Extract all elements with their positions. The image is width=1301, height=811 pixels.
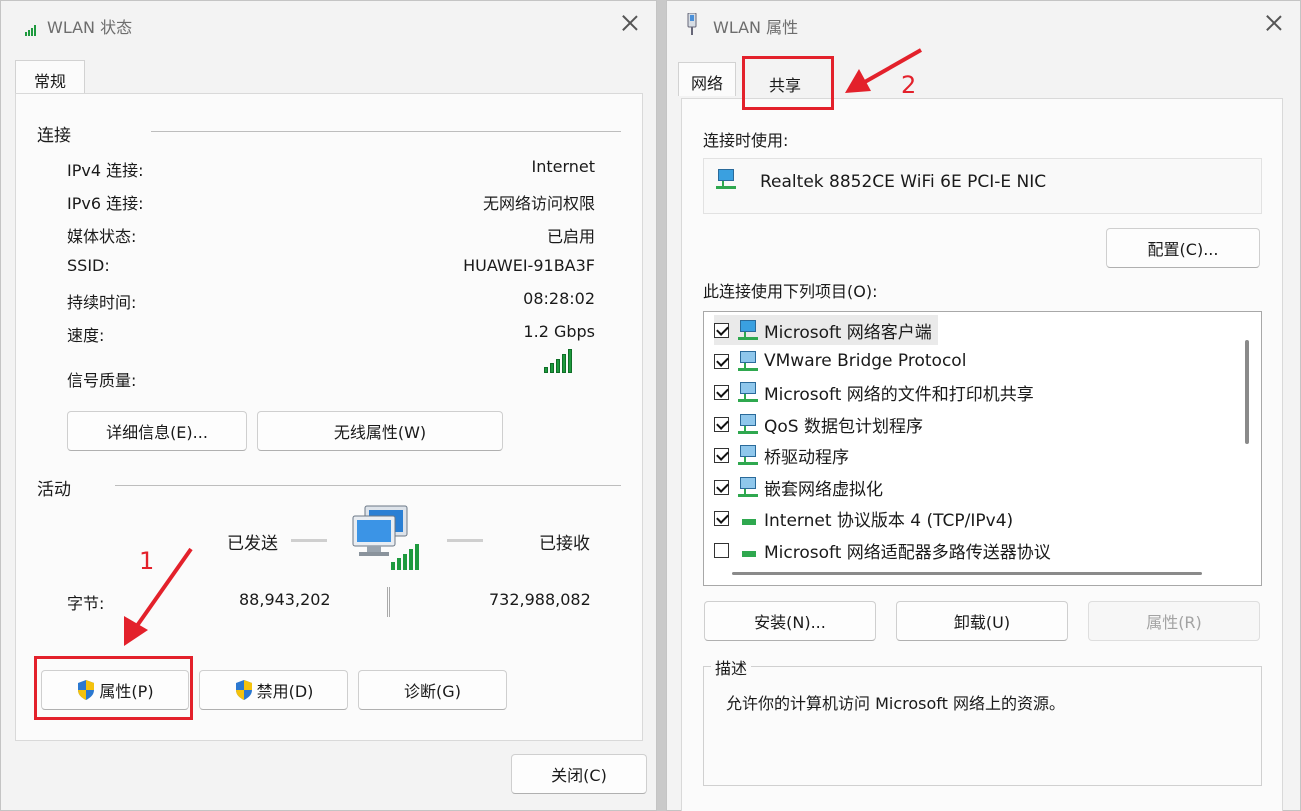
item-label: Internet 协议版本 4 (TCP/IPv4) [764, 510, 1014, 531]
item-checkbox[interactable] [714, 479, 729, 495]
tab-network[interactable]: 网络 [678, 62, 736, 96]
diagnose-button[interactable]: 诊断(G) [358, 670, 507, 710]
divider [115, 485, 621, 486]
duration-label: 持续时间: [67, 293, 137, 312]
window-title: WLAN 属性 [713, 18, 799, 37]
highlight-box-properties [34, 656, 193, 720]
highlight-box-sharing [742, 56, 834, 110]
protocol-icon [738, 507, 760, 529]
ssid-value: HUAWEI-91BA3F [463, 256, 595, 275]
item-label: VMware Bridge Protocol [764, 351, 967, 371]
components-list[interactable]: Microsoft 网络客户端 VMware Bridge Protocol M… [703, 311, 1262, 586]
item-checkbox[interactable] [714, 510, 729, 526]
bytes-label: 字节: [67, 594, 105, 613]
vertical-scrollbar[interactable] [1245, 340, 1249, 444]
duration-value: 08:28:02 [523, 289, 595, 308]
bytes-divider [387, 587, 390, 617]
configure-button[interactable]: 配置(C)... [1106, 228, 1260, 268]
network-service-icon [738, 476, 760, 498]
item-checkbox[interactable] [714, 384, 729, 400]
network-computers-icon [351, 504, 423, 576]
title-bar[interactable]: WLAN 状态 [1, 1, 656, 47]
details-button[interactable]: 详细信息(E)... [67, 411, 247, 451]
network-client-icon [738, 319, 760, 341]
divider [151, 131, 621, 132]
list-item[interactable]: 嵌套网络虚拟化 [714, 472, 883, 502]
red-arrow-2 [845, 48, 922, 93]
connect-using-label: 连接时使用: [703, 131, 789, 150]
media-state-label: 媒体状态: [67, 227, 137, 246]
network-service-icon [738, 413, 760, 435]
ipv4-value: Internet [531, 157, 595, 176]
list-item[interactable]: Internet 协议版本 4 (TCP/IPv4) [714, 503, 1013, 533]
received-label: 已接收 [539, 534, 590, 554]
item-checkbox[interactable] [714, 416, 729, 432]
bytes-sent-value: 88,943,202 [239, 590, 331, 609]
item-properties-button[interactable]: 属性(R) [1088, 601, 1260, 641]
close-icon[interactable] [1262, 11, 1286, 35]
wifi-signal-icon [25, 21, 37, 40]
sent-label: 已发送 [227, 534, 278, 554]
adapter-icon [716, 168, 738, 190]
item-checkbox[interactable] [714, 447, 729, 463]
install-button[interactable]: 安装(N)... [704, 601, 876, 641]
list-item[interactable]: QoS 数据包计划程序 [714, 409, 923, 439]
ipv6-value: 无网络访问权限 [482, 194, 595, 213]
uninstall-button[interactable]: 卸载(U) [896, 601, 1068, 641]
item-checkbox[interactable] [714, 322, 729, 338]
media-state-value: 已启用 [546, 227, 595, 246]
close-icon[interactable] [618, 11, 642, 35]
red-arrow-1 [124, 547, 193, 646]
description-title: 描述 [711, 655, 752, 679]
connection-group-title: 连接 [37, 126, 71, 146]
ssid-label: SSID: [67, 256, 110, 275]
received-line [447, 539, 483, 542]
speed-value: 1.2 Gbps [523, 322, 595, 341]
network-service-icon [738, 350, 760, 372]
wireless-properties-button[interactable]: 无线属性(W) [257, 411, 503, 451]
item-checkbox[interactable] [714, 542, 729, 558]
disable-button-label: 禁用(D) [256, 682, 314, 701]
sent-line [291, 539, 327, 542]
item-label: 桥驱动程序 [764, 447, 849, 468]
list-item[interactable]: 桥驱动程序 [714, 440, 849, 470]
list-item[interactable]: Microsoft 网络客户端 [714, 315, 938, 345]
wlan-status-window: WLAN 状态 常规 连接 IPv4 连接: Internet IPv6 连接:… [0, 0, 657, 811]
item-label: 嵌套网络虚拟化 [764, 479, 883, 500]
signal-strength-icon [544, 349, 572, 373]
ipv6-label: IPv6 连接: [67, 194, 144, 213]
ipv4-label: IPv4 连接: [67, 161, 144, 180]
disable-button[interactable]: 禁用(D) [199, 670, 348, 710]
adapter-box: Realtek 8852CE WiFi 6E PCI-E NIC [703, 158, 1262, 214]
protocol-icon [738, 539, 760, 561]
tab-general[interactable]: 常规 [15, 60, 85, 94]
uac-shield-icon [234, 679, 254, 701]
speed-label: 速度: [67, 326, 105, 345]
network-adapter-icon [685, 12, 699, 41]
description-group [703, 666, 1262, 786]
bytes-received-value: 732,988,082 [489, 590, 591, 609]
network-service-icon [738, 444, 760, 466]
adapter-name: Realtek 8852CE WiFi 6E PCI-E NIC [760, 172, 1047, 192]
wlan-properties-window: WLAN 属性 网络 共享 连接时使用: Realtek 8852CE WiFi… [666, 0, 1301, 811]
list-item[interactable]: Microsoft 网络适配器多路传送器协议 [714, 535, 1051, 565]
description-text: 允许你的计算机访问 Microsoft 网络上的资源。 [726, 694, 1065, 713]
item-label: Microsoft 网络适配器多路传送器协议 [764, 542, 1051, 563]
item-label: Microsoft 网络的文件和打印机共享 [764, 384, 1034, 405]
window-title: WLAN 状态 [47, 18, 133, 37]
item-label: Microsoft 网络客户端 [764, 322, 932, 343]
items-label: 此连接使用下列项目(O): [703, 282, 878, 301]
list-item[interactable]: Microsoft 网络的文件和打印机共享 [714, 377, 1034, 407]
activity-group-title: 活动 [37, 480, 71, 500]
close-button[interactable]: 关闭(C) [511, 754, 647, 794]
signal-quality-label: 信号质量: [67, 371, 137, 390]
list-item[interactable]: VMware Bridge Protocol [714, 346, 966, 376]
item-checkbox[interactable] [714, 353, 729, 369]
network-service-icon [738, 381, 760, 403]
title-bar[interactable]: WLAN 属性 [667, 1, 1300, 47]
horizontal-scrollbar[interactable] [732, 572, 1202, 575]
item-label: QoS 数据包计划程序 [764, 416, 923, 437]
